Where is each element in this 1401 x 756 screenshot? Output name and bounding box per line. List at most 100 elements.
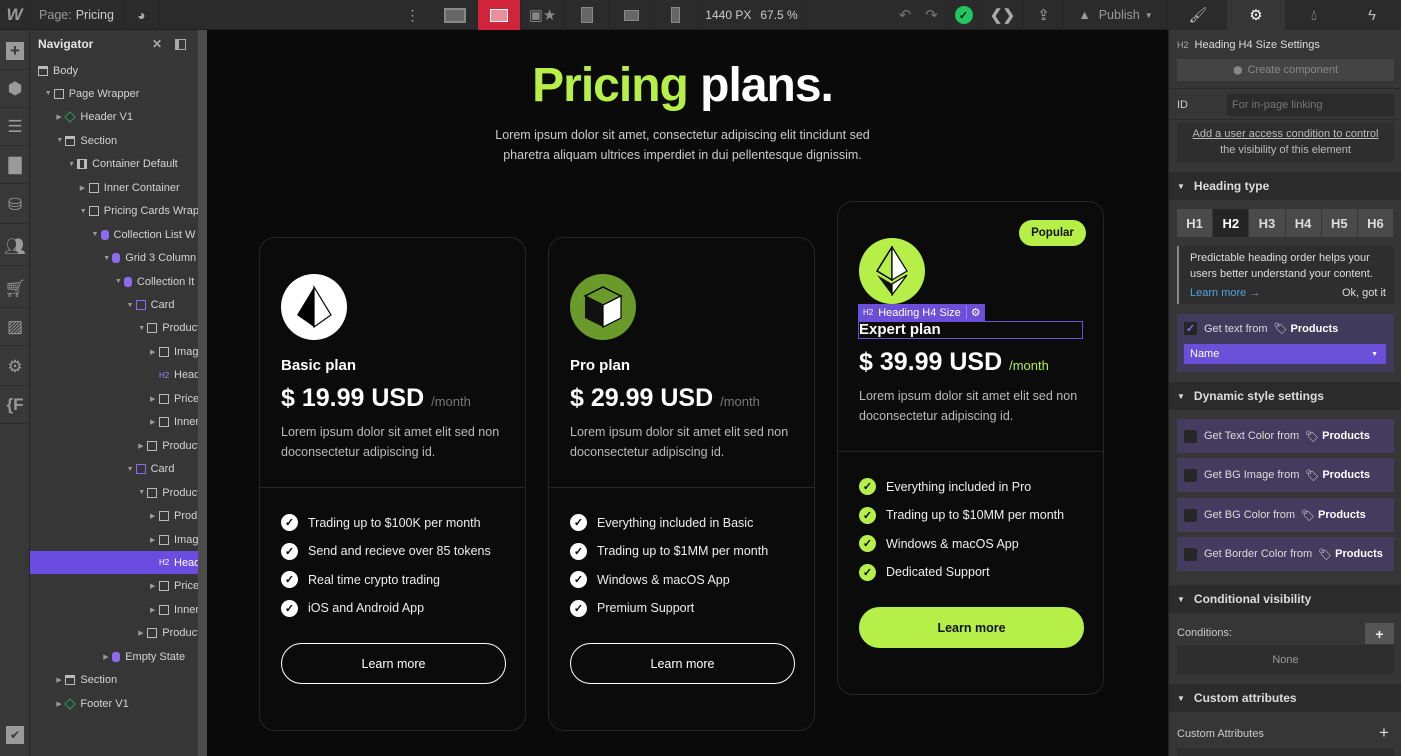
caret-down-icon[interactable]: ▼ [103,255,112,262]
navigator-item[interactable]: ▶ Section [30,669,198,692]
caret-right-icon[interactable]: ▶ [150,512,159,520]
heading-h2-button[interactable]: H2 [1213,209,1250,237]
heading-h4-button[interactable]: H4 [1285,209,1322,237]
checkbox[interactable] [1184,429,1197,443]
ok-got-it-button[interactable]: Ok, got it [1342,286,1386,302]
navigator-item[interactable]: ▶ Product [30,434,198,457]
navigator-icon[interactable]: ☰ [0,108,30,146]
users-icon[interactable]: 👥︎ [0,228,30,266]
design-canvas[interactable]: Pricing plans. Lorem ipsum dolor sit ame… [207,30,1168,756]
heading-h3-button[interactable]: H3 [1249,209,1286,237]
caret-right-icon[interactable]: ▶ [138,629,147,637]
components-cube-icon[interactable]: ⬢ [0,70,30,108]
caret-right-icon[interactable]: ▶ [150,418,159,426]
add-condition-plus-icon[interactable]: + [1365,623,1394,644]
caret-right-icon[interactable]: ▶ [103,653,112,661]
status-check-button[interactable]: ✓ [946,0,982,30]
dynamic-style-option[interactable]: Get Border Color from 🏷︎ Products [1177,537,1394,571]
caret-down-icon[interactable]: ▼ [115,278,124,285]
navigator-item[interactable]: ▼ Grid 3 Column [30,247,198,270]
checkbox[interactable] [1184,508,1197,522]
ecommerce-cart-icon[interactable]: 🛒︎ [0,270,30,308]
navigator-item[interactable]: ▶ Footer V1 [30,692,198,715]
dynamic-style-option[interactable]: Get BG Image from 🏷︎ Products [1177,458,1394,492]
navigator-item[interactable]: ▼ Pricing Cards Wrap [30,200,198,223]
navigator-item[interactable]: ▶ Price [30,575,198,598]
navigator-item[interactable]: ▶ Image [30,528,198,551]
learn-more-button[interactable]: Learn more [281,643,506,684]
id-input[interactable] [1227,94,1394,116]
caret-right-icon[interactable]: ▶ [80,184,89,192]
caret-right-icon[interactable]: ▶ [150,582,159,590]
settings-gear-icon[interactable]: ⚙ [1227,0,1285,30]
navigator-item[interactable]: ▼ Card [30,294,198,317]
breakpoint-desktop-button[interactable] [478,0,521,30]
finsweet-icon[interactable]: {F [0,386,30,424]
pages-icon[interactable]: ▇ [0,146,30,184]
navigator-item[interactable]: ▼ Card [30,458,198,481]
navigator-item[interactable]: ▼ Collection It [30,270,198,293]
navigator-item[interactable]: ▶ Image [30,340,198,363]
add-panel-plus-icon[interactable]: + [0,32,30,70]
publish-button[interactable]: ▲ Publish ▼ [1064,0,1168,30]
caret-down-icon[interactable]: ▼ [45,90,54,97]
get-text-checkbox[interactable]: ✓ [1184,322,1197,335]
selected-element-label[interactable]: H2 Heading H4 Size ⚙ [858,304,985,321]
caret-down-icon[interactable]: ▼ [138,325,147,332]
page-selector[interactable]: Page: Pricing [30,0,124,30]
bolt-icon[interactable]: ϟ [1343,0,1401,30]
audit-check-icon[interactable]: ✔ [0,716,30,754]
navigator-item[interactable]: ▼ Page Wrapper [30,82,198,105]
navigator-item[interactable]: ▶ Empty State [30,645,198,668]
navigator-item[interactable]: ▶ Produ [30,505,198,528]
dynamic-style-section-header[interactable]: ▼ Dynamic style settings [1169,382,1401,410]
navigator-item[interactable]: H2 Head [30,551,198,575]
caret-right-icon[interactable]: ▶ [150,348,159,356]
custom-attributes-section-header[interactable]: ▼ Custom attributes [1169,684,1401,712]
caret-down-icon[interactable]: ▼ [127,302,136,309]
create-component-button[interactable]: ⬢ Create component [1177,59,1394,81]
navigator-item[interactable]: ▶ Product [30,622,198,645]
dock-panel-icon[interactable] [175,38,186,50]
element-settings-gear-icon[interactable]: ⚙ [965,306,985,319]
learn-more-link[interactable]: Learn more → [1190,286,1260,302]
checkbox[interactable] [1184,547,1197,561]
navigator-item[interactable]: ▼ Product [30,317,198,340]
breakpoint-landscape-button[interactable] [609,0,654,30]
navigator-item[interactable]: ▼ Section [30,129,198,152]
more-vertical-icon[interactable]: ⋮ [400,0,425,30]
redo-icon[interactable]: ↷ [918,0,946,30]
navigator-item[interactable]: ▼ Container Default [30,153,198,176]
navigator-item[interactable]: ▶ Inner Container [30,176,198,199]
navigator-item[interactable]: ▶ Inner [30,598,198,621]
caret-right-icon[interactable]: ▶ [56,676,65,684]
breakpoint-tablet-button[interactable] [565,0,609,30]
caret-right-icon[interactable]: ▶ [150,536,159,544]
caret-down-icon[interactable]: ▼ [138,489,147,496]
field-select[interactable]: Name ▼ [1184,344,1386,364]
dynamic-style-option[interactable]: Get BG Color from 🏷︎ Products [1177,498,1394,532]
caret-right-icon[interactable]: ▶ [138,442,147,450]
cms-database-icon[interactable]: ⛁ [0,186,30,224]
navigator-item[interactable]: ▶ Price [30,387,198,410]
webflow-logo[interactable]: W [0,0,30,30]
caret-down-icon[interactable]: ▼ [68,161,77,168]
navigator-item[interactable]: H2 Head [30,364,198,387]
navigator-item[interactable]: Body [30,59,198,82]
settings-gear-icon[interactable]: ⚙ [0,348,30,386]
interactions-drops-icon[interactable]: 💧︎ [1285,0,1343,30]
checkbox[interactable] [1184,468,1197,482]
breakpoint-large-desktop-button[interactable] [433,0,478,30]
add-attribute-plus-icon[interactable]: + [1379,723,1389,743]
caret-right-icon[interactable]: ▶ [150,395,159,403]
navigator-item[interactable]: ▶ Inner [30,411,198,434]
learn-more-button[interactable]: Learn more [570,643,795,684]
caret-down-icon[interactable]: ▼ [56,137,65,144]
breakpoint-base-button[interactable]: ▣★ [521,0,565,30]
heading-h6-button[interactable]: H6 [1357,209,1395,237]
dynamic-style-option[interactable]: Get Text Color from 🏷︎ Products [1177,419,1394,453]
navigator-item[interactable]: ▶ Header V1 [30,106,198,129]
preview-eye-icon[interactable]: ◕ [124,0,160,30]
heading-h1-button[interactable]: H1 [1177,209,1214,237]
caret-down-icon[interactable]: ▼ [80,208,89,215]
